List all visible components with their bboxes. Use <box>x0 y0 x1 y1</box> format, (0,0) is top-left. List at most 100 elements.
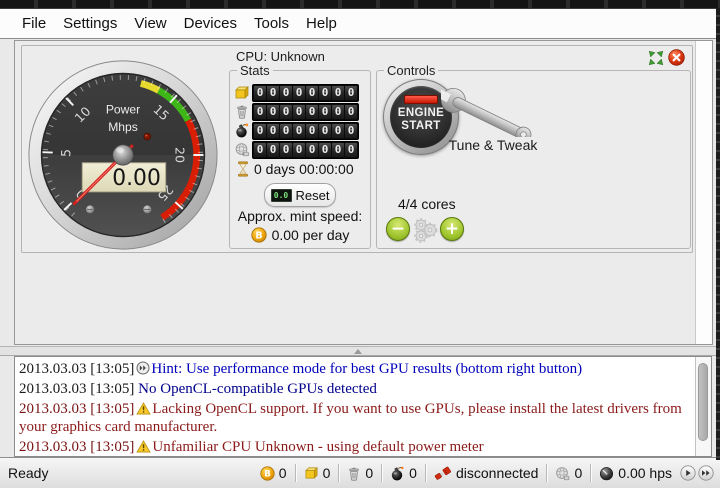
log-entry: 2013.03.03 [13:05] Unfamiliar CPU Unknown… <box>19 438 693 456</box>
hashrate-gauge-icon <box>599 466 614 481</box>
performance-mode-button[interactable] <box>698 465 714 481</box>
log-timestamp: 2013.03.03 [13:05] <box>19 381 134 397</box>
discarded-count: 0 <box>365 465 373 481</box>
log-entry: 2013.03.03 [13:05] Hint: Use performance … <box>19 360 693 378</box>
hourglass-icon <box>236 161 250 177</box>
bomb-icon <box>234 123 250 138</box>
menu-view[interactable]: View <box>134 15 166 32</box>
bitcoin-count: 0 <box>279 465 287 481</box>
network-blocks-row: 00000000 <box>234 141 359 158</box>
separator <box>295 464 296 482</box>
menu-file[interactable]: File <box>22 15 46 32</box>
bitcoin-icon: B <box>251 227 267 243</box>
cores-gears-icon <box>412 217 438 243</box>
discarded-work-odometer: 00000000 <box>252 103 359 121</box>
status-network: 0 <box>555 465 582 481</box>
menu-tools[interactable]: Tools <box>254 15 289 32</box>
network-globe-icon <box>555 466 570 481</box>
engine-indicator <box>404 95 438 104</box>
device-panel-cpu: CPU: Unknown <box>21 45 693 253</box>
gauge-value: 0.00 <box>112 166 161 191</box>
reset-label: Reset <box>296 188 330 203</box>
bitcoin-icon: B <box>260 466 275 481</box>
main-scroll-area: CPU: Unknown <box>0 40 716 346</box>
log-timestamp: 2013.03.03 [13:05] <box>19 439 134 455</box>
device-title: CPU: Unknown <box>236 49 325 64</box>
reset-button[interactable]: 0.0 Reset <box>264 183 336 207</box>
network-count: 0 <box>574 465 582 481</box>
normal-mode-button[interactable] <box>680 465 696 481</box>
log-scrollbar-track[interactable] <box>695 357 711 456</box>
log-scrollbar-thumb[interactable] <box>698 363 708 441</box>
status-accepted: 0 <box>304 465 331 481</box>
discarded-work-row: 00000000 <box>234 103 359 120</box>
svg-text:B: B <box>264 469 271 479</box>
status-bitcoin: B 0 <box>260 465 287 481</box>
window-right-edge <box>716 8 720 460</box>
log-console: 2013.03.03 [13:05] Hint: Use performance … <box>14 356 712 457</box>
gauge-knob <box>113 145 133 165</box>
status-discarded: 0 <box>347 465 373 481</box>
plug-disconnected-icon <box>434 465 452 481</box>
devices-viewport: CPU: Unknown <box>14 40 713 345</box>
accepted-work-odometer: 00000000 <box>252 84 359 102</box>
accepted-count: 0 <box>323 465 331 481</box>
status-bar: Ready B 0 0 <box>0 457 720 488</box>
log-message: Hint: Use performance mode for best GPU … <box>151 361 582 377</box>
separator <box>381 464 382 482</box>
menu-help[interactable]: Help <box>306 15 337 32</box>
log-entry: 2013.03.03 [13:05]Lacking OpenCL support… <box>19 400 693 436</box>
status-ready: Ready <box>8 465 48 481</box>
warning-icon <box>136 402 151 415</box>
splitter-handle[interactable] <box>0 346 716 356</box>
separator <box>590 464 591 482</box>
mint-speed-row: B 0.00 per day <box>230 227 370 243</box>
uptime-value: 0 days 00:00:00 <box>254 161 354 177</box>
svg-text:B: B <box>255 230 262 241</box>
uptime-row: 0 days 00:00:00 <box>236 161 354 177</box>
separator <box>546 464 547 482</box>
cores-label: 4/4 cores <box>398 196 456 212</box>
wrench-icon[interactable] <box>441 79 545 137</box>
network-blocks-odometer: 00000000 <box>252 141 359 159</box>
log-content: 2013.03.03 [13:05] Hint: Use performance … <box>15 357 695 456</box>
accepted-work-row: 00000000 <box>234 84 359 101</box>
controls-legend: Controls <box>384 63 438 78</box>
remove-core-button[interactable]: − <box>386 217 410 241</box>
log-entry: 2013.03.03 [13:05] No OpenCL-compatible … <box>19 380 693 398</box>
gauge-led <box>144 133 151 140</box>
bomb-icon <box>390 466 405 481</box>
accepted-work-icon <box>234 85 250 100</box>
add-core-button[interactable]: + <box>440 217 464 241</box>
errors-row: 00000000 <box>234 122 359 139</box>
status-errors: 0 <box>390 465 417 481</box>
menu-bar: File Settings View Devices Tools Help <box>0 8 716 39</box>
power-gauge: 0510152025 Power Mhps 0.00 <box>26 58 220 252</box>
separator <box>338 464 339 482</box>
errors-odometer: 00000000 <box>252 122 359 140</box>
trash-icon <box>347 466 361 481</box>
log-message: Unfamiliar CPU Unknown - using default p… <box>152 439 483 455</box>
shrink-panel-icon[interactable] <box>648 50 664 66</box>
devices-content: CPU: Unknown <box>15 41 695 344</box>
log-message: No OpenCL-compatible GPUs detected <box>138 381 377 397</box>
gauge-units: Mhps <box>108 120 138 134</box>
desktop-edge <box>0 0 720 8</box>
menu-settings[interactable]: Settings <box>63 15 117 32</box>
gauge-title: Power <box>106 102 140 116</box>
accepted-work-icon <box>304 466 319 480</box>
close-device-icon[interactable] <box>668 49 685 66</box>
main-scrollbar-track[interactable] <box>695 41 712 344</box>
engine-label-1: ENGINE <box>398 107 445 120</box>
mint-speed-label: Approx. mint speed: <box>230 208 370 224</box>
log-timestamp: 2013.03.03 [13:05] <box>19 361 134 377</box>
reset-lcd-icon: 0.0 <box>271 189 292 202</box>
hashrate-value: 0.00 hps <box>618 465 672 481</box>
svg-text:20: 20 <box>173 147 188 163</box>
engine-label-2: START <box>401 120 440 133</box>
warning-icon <box>136 440 151 453</box>
stats-legend: Stats <box>237 63 273 78</box>
menu-devices[interactable]: Devices <box>184 15 237 32</box>
stats-group: Stats 00000000 <box>229 70 371 249</box>
app-window: File Settings View Devices Tools Help CP… <box>0 0 720 488</box>
